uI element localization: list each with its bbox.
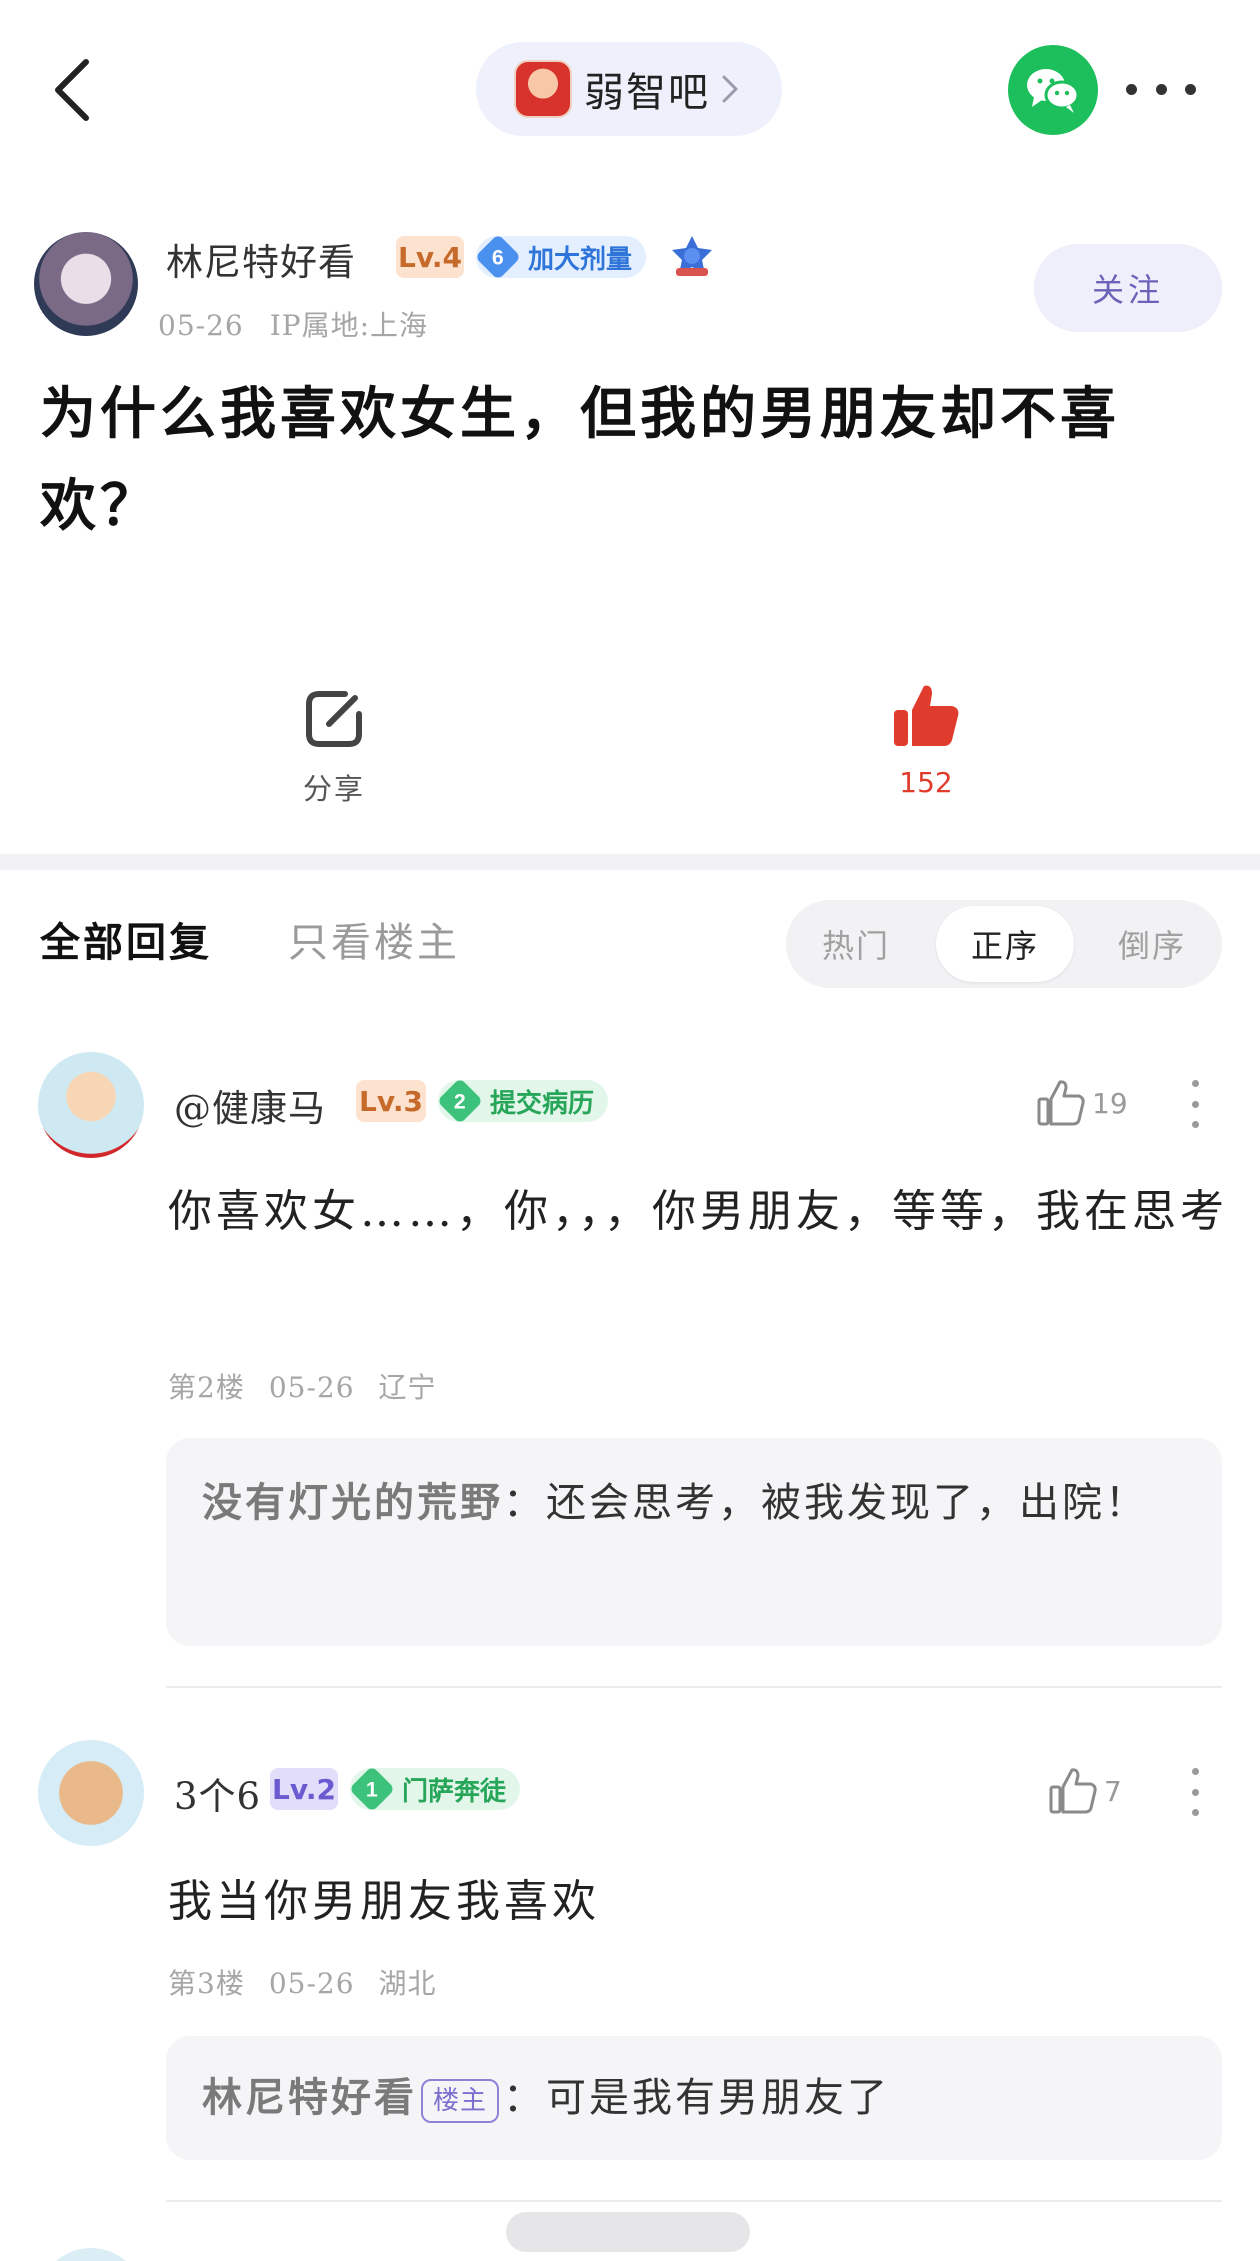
forum-avatar — [514, 60, 572, 118]
owner-tag: 楼主 — [421, 2079, 500, 2123]
forum-name: 弱智吧 — [584, 70, 710, 116]
sort-hot[interactable]: 热门 — [786, 900, 926, 988]
reply-like-count: 7 — [1104, 1774, 1122, 1808]
more-dot-icon — [1126, 83, 1137, 95]
reply-like-button[interactable]: 19 — [1036, 1078, 1128, 1128]
title-badge-text: 加大剂量 — [528, 244, 633, 275]
more-dot-icon — [1191, 1121, 1199, 1128]
avatar[interactable] — [38, 2248, 144, 2261]
title-badge: 2 提交病历 — [436, 1077, 609, 1125]
ip-location: IP属地:上海 — [269, 309, 429, 342]
level-badge: Lv.4 — [396, 236, 464, 278]
sort-descending[interactable]: 倒序 — [1082, 900, 1222, 988]
floor-number: 第2楼 — [168, 1371, 245, 1404]
more-dot-icon — [1185, 83, 1196, 95]
reply-author-name[interactable]: @健康马 — [174, 1078, 326, 1132]
level-badge: Lv.3 — [356, 1080, 426, 1122]
post-date: 05-26 — [158, 309, 244, 342]
reply-location: 辽宁 — [378, 1371, 437, 1404]
title-badge: 1 门萨奔徒 — [348, 1765, 521, 1813]
medal-icon — [672, 236, 712, 276]
more-dot-icon — [1191, 1100, 1199, 1108]
reply-more-button[interactable] — [1190, 1768, 1200, 1816]
badge-gem-icon: 1 — [348, 1765, 396, 1813]
chevron-left-icon[interactable] — [52, 58, 92, 122]
like-count: 152 — [899, 766, 953, 799]
reply-text: 你喜欢女……，你，，，你男朋友，等等，我在思考 — [168, 1186, 1228, 1237]
divider — [166, 2200, 1222, 2202]
reply-author-name[interactable]: 3个6 — [174, 1766, 261, 1820]
share-icon — [306, 691, 362, 747]
sub-reply-author[interactable]: 没有灯光的荒野 — [202, 1479, 503, 1526]
sub-reply-author[interactable]: 林尼特好看 — [202, 2074, 417, 2121]
top-bar: 弱智吧 — [0, 0, 1260, 175]
badge-gem-icon: 6 — [474, 233, 522, 281]
more-dot-icon — [1191, 1788, 1199, 1796]
sub-reply-text: 可是我有男朋友了 — [546, 2075, 891, 2121]
thumbs-up-outline-icon — [1037, 1080, 1085, 1126]
title-badge: 6 加大剂量 — [474, 233, 647, 281]
sub-reply[interactable]: 林尼特好看 楼主 ：可是我有男朋友了 — [166, 2036, 1222, 2160]
watermark — [506, 2212, 750, 2252]
sub-reply-separator: ： — [503, 2075, 547, 2121]
divider — [166, 1686, 1222, 1688]
reply-like-count: 19 — [1092, 1086, 1128, 1120]
reply-location: 湖北 — [378, 1967, 437, 2000]
sub-reply-separator: ： — [503, 1480, 546, 1526]
forum-link[interactable]: 弱智吧 — [476, 42, 782, 136]
section-divider — [0, 854, 1260, 870]
reply-date: 05-26 — [268, 1967, 355, 2000]
author-avatar[interactable] — [34, 232, 138, 336]
reply-meta: 第3楼 05-26 湖北 — [168, 1962, 461, 2002]
wechat-share-button[interactable] — [1008, 45, 1098, 135]
share-label: 分享 — [302, 772, 365, 806]
follow-button[interactable]: 关注 — [1034, 244, 1222, 332]
level-badge: Lv.2 — [270, 1768, 338, 1810]
sort-ascending[interactable]: 正序 — [936, 906, 1074, 982]
post-title: 为什么我喜欢女生，但我的男朋友却不喜欢？ — [40, 381, 1120, 539]
avatar[interactable] — [38, 1740, 144, 1846]
reply-meta: 第2楼 05-26 辽宁 — [168, 1366, 461, 1406]
reply-more-button[interactable] — [1190, 1080, 1200, 1128]
floor-number: 第3楼 — [168, 1967, 245, 2000]
avatar[interactable] — [38, 1052, 144, 1158]
like-button[interactable]: 152 — [886, 680, 966, 799]
title-badge-text: 提交病历 — [490, 1088, 595, 1119]
reply-text: 我当你男朋友我喜欢 — [168, 1876, 600, 1927]
thumbs-up-icon — [894, 685, 959, 746]
tab-owner-only[interactable]: 只看楼主 — [288, 910, 460, 968]
chevron-right-icon — [722, 75, 738, 103]
more-button[interactable] — [1126, 74, 1196, 104]
sub-reply-text: 还会思考，被我发现了，出院！ — [546, 1480, 1148, 1526]
thumbs-up-outline-icon — [1049, 1768, 1097, 1814]
reply-like-button[interactable]: 7 — [1048, 1766, 1122, 1816]
wechat-icon — [1027, 69, 1080, 113]
more-dot-icon — [1191, 1080, 1199, 1087]
author-meta: 05-26 IP属地:上海 — [158, 304, 454, 344]
share-button[interactable]: 分享 — [294, 686, 374, 808]
reply-date: 05-26 — [268, 1371, 355, 1404]
author-name[interactable]: 林尼特好看 — [166, 232, 356, 286]
more-dot-icon — [1191, 1768, 1199, 1775]
badge-gem-icon: 2 — [436, 1077, 484, 1125]
title-badge-text: 门萨奔徒 — [402, 1776, 507, 1807]
more-dot-icon — [1155, 83, 1167, 95]
sub-reply[interactable]: 没有灯光的荒野：还会思考，被我发现了，出院！ — [166, 1438, 1222, 1646]
more-dot-icon — [1191, 1809, 1199, 1816]
tab-all-replies[interactable]: 全部回复 — [40, 910, 212, 968]
sort-toggle: 热门 正序 倒序 — [786, 900, 1222, 988]
